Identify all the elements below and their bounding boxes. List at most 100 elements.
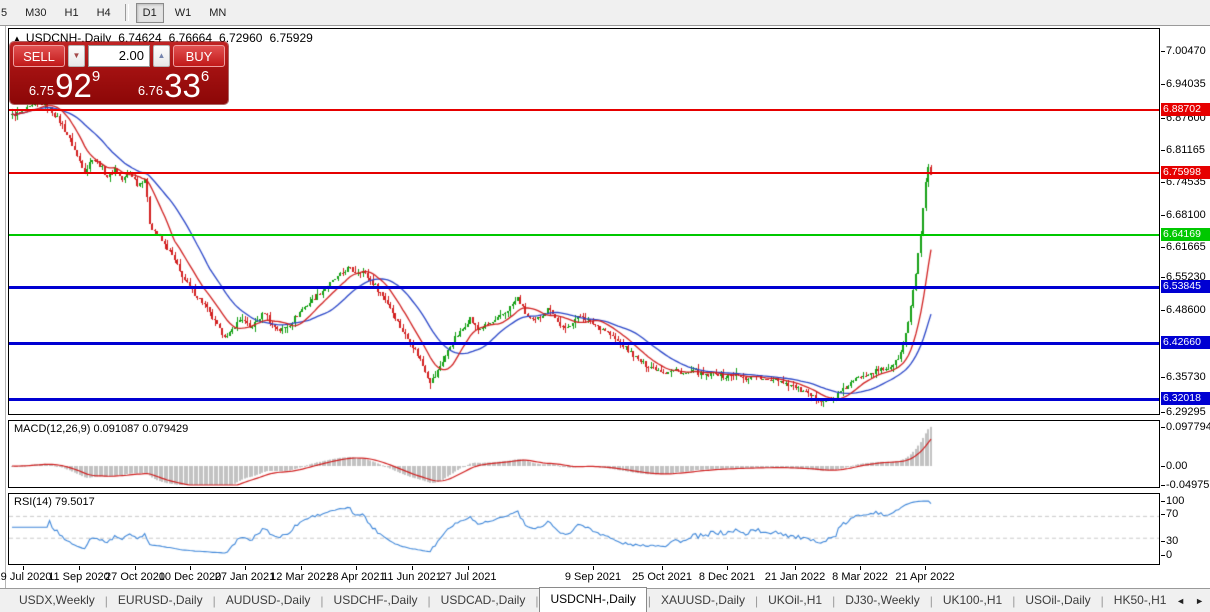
- timeframe-button-h1[interactable]: H1: [58, 3, 86, 23]
- axis-tick-mark: [1161, 466, 1165, 467]
- buy-price-pip: 6: [201, 68, 209, 85]
- axis-tick-mark: [1161, 182, 1165, 183]
- volume-increase-button[interactable]: ▲: [153, 45, 170, 67]
- ohlc-close: 6.75929: [269, 31, 312, 45]
- timeframe-button-h4[interactable]: H4: [90, 3, 118, 23]
- tab-usoil-daily[interactable]: USOil-,Daily: [1016, 589, 1099, 612]
- timeframe-button-mn[interactable]: MN: [202, 3, 233, 23]
- tab-separator: |: [1012, 594, 1015, 608]
- tab-ukoil-h1[interactable]: UKOil-,H1: [759, 589, 831, 612]
- axis-tick-label: 6.81165: [1166, 144, 1205, 156]
- mt4-terminal-window: 5M30H1H4D1W1MN ▲USDCNH-,Daily6.746246.76…: [0, 0, 1210, 612]
- horizontal-level-line[interactable]: [9, 342, 1159, 345]
- spin-down-icon: ▼: [73, 51, 81, 60]
- buy-button[interactable]: BUY: [173, 45, 225, 67]
- tab-separator: |: [832, 594, 835, 608]
- axis-tick-label: 6.68100: [1166, 209, 1206, 221]
- date-tick-mark: [23, 566, 24, 570]
- rsi-canvas[interactable]: [9, 494, 1159, 564]
- horizontal-level-line[interactable]: [9, 234, 1159, 236]
- buy-price-display[interactable]: 6.76336: [119, 67, 228, 103]
- date-tick-mark: [925, 566, 926, 570]
- volume-decrease-button[interactable]: ▼: [68, 45, 85, 67]
- axis-tick-label: 6.48600: [1166, 304, 1206, 316]
- date-tick-label: 29 Jul 2020: [0, 571, 51, 583]
- date-tick-label: 8 Dec 2021: [699, 571, 755, 583]
- axis-tick-mark: [1161, 118, 1165, 119]
- tab-separator: |: [535, 594, 538, 608]
- timeframe-button-w1[interactable]: W1: [168, 3, 199, 23]
- date-tick-label: 12 Mar 2021: [270, 571, 332, 583]
- tab-uk100-h1[interactable]: UK100-,H1: [934, 589, 1011, 612]
- horizontal-level-line[interactable]: [9, 398, 1159, 401]
- date-tick-label: 28 Apr 2021: [326, 571, 385, 583]
- tab-separator: |: [105, 594, 108, 608]
- date-tick-mark: [190, 566, 191, 570]
- tab-xauusd-daily[interactable]: XAUUSD-,Daily: [652, 589, 754, 612]
- tab-usdcad-daily[interactable]: USDCAD-,Daily: [432, 589, 535, 612]
- date-tick-mark: [301, 566, 302, 570]
- sell-button[interactable]: SELL: [13, 45, 65, 67]
- timeframe-button-partial[interactable]: 5: [0, 3, 14, 23]
- axis-tick-mark: [1161, 485, 1165, 486]
- horizontal-level-line[interactable]: [9, 172, 1159, 174]
- date-tick-mark: [860, 566, 861, 570]
- buy-price-prefix: 6.76: [138, 83, 163, 98]
- axis-tick-label: 0.00: [1166, 460, 1187, 472]
- horizontal-level-line[interactable]: [9, 109, 1159, 111]
- date-tick-label: 9 Sep 2021: [565, 571, 621, 583]
- axis-tick-mark: [1161, 84, 1165, 85]
- tab-usdchf-daily[interactable]: USDCHF-,Daily: [325, 589, 427, 612]
- tab-usdcnh-daily[interactable]: USDCNH-,Daily: [539, 587, 646, 612]
- timeframe-button-d1[interactable]: D1: [136, 3, 164, 23]
- tab-hk50-h1[interactable]: HK50-,H1: [1105, 589, 1176, 612]
- axis-tick-label: 6.61665: [1166, 241, 1206, 253]
- date-tick-label: 27 Jul 2021: [440, 571, 497, 583]
- tab-audusd-daily[interactable]: AUDUSD-,Daily: [217, 589, 320, 612]
- axis-tick-label: 30: [1166, 535, 1178, 547]
- price-level-badge: 6.53845: [1161, 280, 1210, 293]
- tab-scroll-left-icon[interactable]: ◄: [1176, 596, 1185, 606]
- price-level-badge: 6.32018: [1161, 392, 1210, 405]
- tab-usdx-weekly[interactable]: USDX,Weekly: [10, 589, 104, 612]
- window-frame-left: [5, 26, 6, 588]
- axis-tick-mark: [1161, 412, 1165, 413]
- tab-separator: |: [320, 594, 323, 608]
- sell-price-big: 92: [55, 71, 92, 101]
- date-tick-mark: [135, 566, 136, 570]
- toolbar-separator: [125, 4, 129, 21]
- tab-scroll-right-icon[interactable]: ►: [1195, 596, 1204, 606]
- timeframe-button-m30[interactable]: M30: [18, 3, 53, 23]
- date-tick-mark: [795, 566, 796, 570]
- date-tick-label: 27 Jan 2021: [215, 571, 276, 583]
- sell-price-display[interactable]: 6.75929: [10, 67, 119, 103]
- tab-eurusd-daily[interactable]: EURUSD-,Daily: [109, 589, 212, 612]
- one-click-trading-panel: SELL ▼ 2.00 ▲ BUY 6.75929 6.76336: [10, 42, 228, 104]
- axis-tick-mark: [1161, 310, 1165, 311]
- tab-dj30-weekly[interactable]: DJ30-,Weekly: [836, 589, 928, 612]
- date-tick-label: 10 Dec 2020: [159, 571, 221, 583]
- axis-tick-mark: [1161, 247, 1165, 248]
- rsi-label: RSI(14) 79.5017: [14, 496, 95, 508]
- date-tick-mark: [79, 566, 80, 570]
- volume-input[interactable]: 2.00: [88, 45, 150, 67]
- tab-separator: |: [1101, 594, 1104, 608]
- timeframe-toolbar: 5M30H1H4 D1W1MN: [0, 0, 1210, 26]
- date-tick-label: 11 Sep 2020: [48, 571, 110, 583]
- axis-tick-mark: [1161, 51, 1165, 52]
- date-tick-mark: [662, 566, 663, 570]
- date-tick-mark: [356, 566, 357, 570]
- axis-tick-label: 6.35730: [1166, 371, 1206, 383]
- date-tick-mark: [727, 566, 728, 570]
- tab-separator: |: [755, 594, 758, 608]
- symbol-tab-bar: USDX,Weekly|EURUSD-,Daily|AUDUSD-,Daily|…: [0, 588, 1210, 612]
- axis-tick-mark: [1161, 277, 1165, 278]
- sell-price-pip: 9: [92, 68, 100, 85]
- horizontal-level-line[interactable]: [9, 286, 1159, 289]
- axis-tick-label: 100: [1166, 495, 1184, 507]
- axis-tick-mark: [1161, 501, 1165, 502]
- date-tick-label: 27 Oct 2020: [105, 571, 165, 583]
- axis-tick-label: 70: [1166, 508, 1178, 520]
- price-level-badge: 6.75998: [1161, 166, 1210, 179]
- axis-tick-mark: [1161, 541, 1165, 542]
